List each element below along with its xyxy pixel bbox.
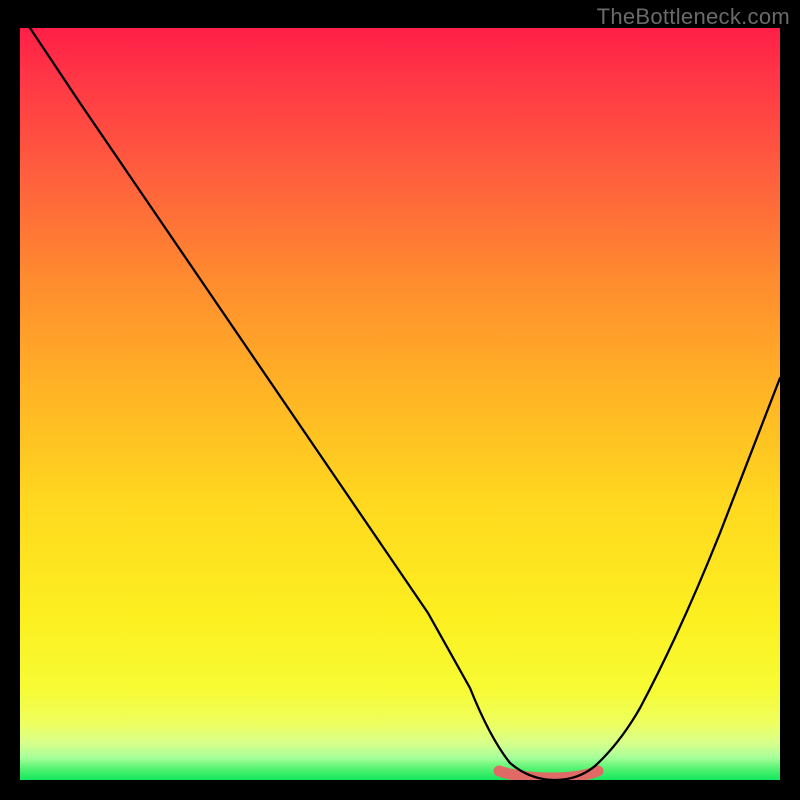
watermark-text: TheBottleneck.com xyxy=(597,4,790,30)
chart-frame: TheBottleneck.com xyxy=(0,0,800,800)
bottleneck-curve-svg xyxy=(20,28,780,780)
plot-area xyxy=(20,28,780,780)
bottleneck-curve xyxy=(30,28,780,780)
